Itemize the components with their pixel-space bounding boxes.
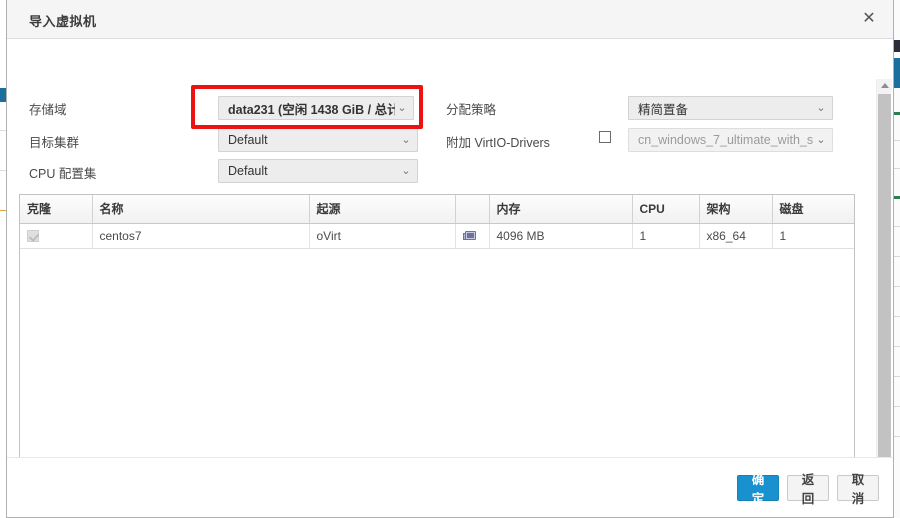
chevron-down-icon: ⌄: [397, 101, 407, 114]
dialog-scrollbar[interactable]: [876, 79, 892, 457]
column-header-memory[interactable]: 内存: [489, 195, 633, 224]
import-vm-dialog: 导入虚拟机 ✕ 存储域 data231 (空闲 1438 GiB / 总计 1 …: [6, 0, 894, 518]
allocation-policy-value: 精简置备: [638, 102, 689, 117]
cell-memory: 4096 MB: [489, 223, 633, 249]
chevron-down-icon: ⌄: [816, 133, 826, 146]
column-header-origin[interactable]: 起源: [309, 195, 456, 224]
storage-domain-select[interactable]: data231 (空闲 1438 GiB / 总计 1 ⌄: [218, 96, 414, 120]
column-header-icon[interactable]: [455, 195, 490, 224]
table-header-row: 克隆 名称 起源 内存 CPU 架构 磁盘: [20, 195, 854, 224]
column-header-arch[interactable]: 架构: [699, 195, 773, 224]
cell-clone: [20, 223, 93, 249]
target-cluster-select[interactable]: Default ⌄: [218, 128, 418, 152]
virtual-machine-icon: [462, 230, 477, 242]
back-button[interactable]: 返回: [787, 473, 829, 506]
cpu-profile-select[interactable]: Default ⌄: [218, 159, 418, 183]
table-row[interactable]: centos7 oVirt 4096 MB 1 x86_64 1: [20, 223, 854, 249]
dialog-body: 存储域 data231 (空闲 1438 GiB / 总计 1 ⌄ 目标集群 D…: [7, 39, 893, 457]
cell-cpu: 1: [632, 223, 700, 249]
storage-domain-value: data231 (空闲 1438 GiB / 总计 1: [228, 102, 395, 117]
ok-button[interactable]: 确定: [737, 473, 779, 506]
allocation-policy-label: 分配策略: [446, 103, 497, 117]
dialog-title: 导入虚拟机: [29, 14, 97, 29]
dialog-titlebar: 导入虚拟机 ✕: [7, 0, 893, 39]
allocation-policy-select[interactable]: 精简置备 ⌄: [628, 96, 833, 120]
chevron-down-icon: ⌄: [401, 164, 411, 177]
cell-origin: oVirt: [309, 223, 456, 249]
target-cluster-value: Default: [228, 133, 268, 147]
virtio-drivers-checkbox[interactable]: [599, 131, 611, 143]
cell-disks: 1: [772, 223, 854, 249]
dialog-footer: 确定 返回 取消: [7, 457, 893, 517]
chevron-down-icon: ⌄: [401, 133, 411, 146]
scroll-up-icon[interactable]: [877, 79, 892, 92]
column-header-name[interactable]: 名称: [92, 195, 310, 224]
cell-name: centos7: [92, 223, 310, 249]
cell-arch: x86_64: [699, 223, 773, 249]
vm-list-table: 克隆 名称 起源 内存 CPU 架构 磁盘 centos7 oVirt 4096…: [19, 194, 855, 457]
vm-table-grid: 克隆 名称 起源 内存 CPU 架构 磁盘 centos7 oVirt 4096…: [20, 195, 854, 249]
virtio-iso-select: cn_windows_7_ultimate_with_s ⌄: [628, 128, 833, 152]
target-cluster-label: 目标集群: [29, 136, 80, 150]
scrollbar-thumb[interactable]: [878, 94, 891, 457]
storage-domain-label: 存储域: [29, 103, 67, 117]
cpu-profile-value: Default: [228, 164, 268, 178]
cancel-button[interactable]: 取消: [837, 473, 879, 506]
close-icon[interactable]: ✕: [855, 6, 883, 32]
virtio-iso-value: cn_windows_7_ultimate_with_s: [638, 133, 814, 147]
column-header-disks[interactable]: 磁盘: [772, 195, 854, 224]
clone-checkbox[interactable]: [27, 230, 39, 243]
column-header-clone[interactable]: 克隆: [20, 195, 93, 224]
column-header-cpu[interactable]: CPU: [632, 195, 700, 224]
cell-icon: [455, 223, 490, 249]
virtio-drivers-label: 附加 VirtIO-Drivers: [446, 136, 550, 150]
chevron-down-icon: ⌄: [816, 101, 826, 114]
cpu-profile-label: CPU 配置集: [29, 167, 97, 181]
